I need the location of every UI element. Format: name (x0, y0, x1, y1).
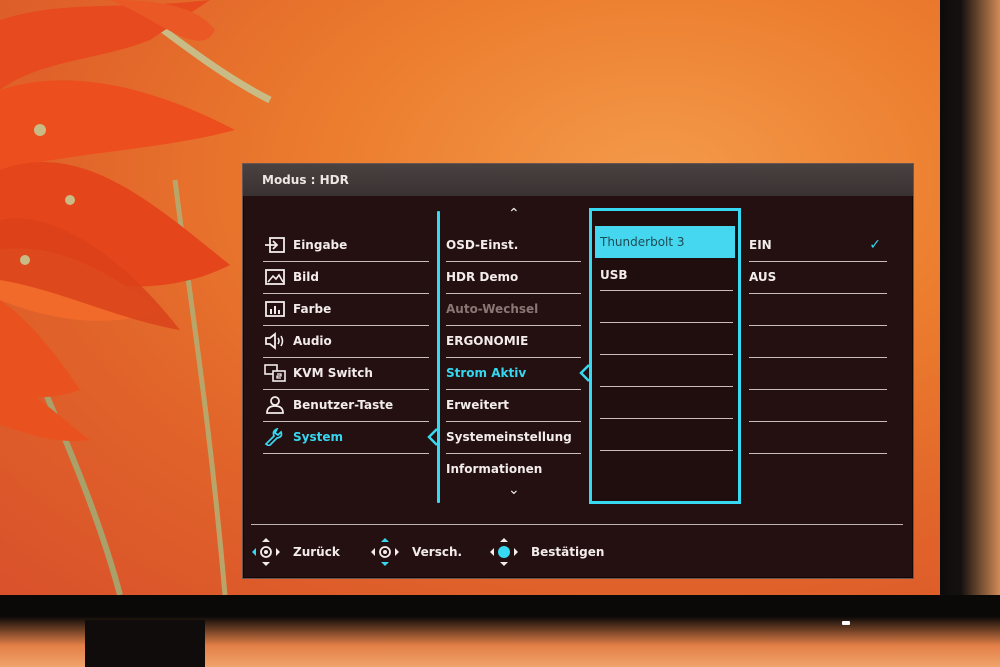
monitor-stand (85, 620, 205, 667)
divider (600, 418, 733, 419)
value-empty-row (749, 325, 887, 358)
value-aus[interactable]: AUS (749, 261, 887, 294)
footer-confirm-label: Bestätigen (531, 545, 605, 559)
value-empty-row (749, 357, 887, 390)
main-menu-item-audio[interactable]: Audio (263, 325, 429, 358)
main-menu-label: System (293, 430, 343, 444)
selection-pointer-icon (579, 364, 589, 382)
system-menu-item-erweitert[interactable]: Erweitert (446, 389, 581, 422)
value-empty-row (749, 293, 887, 326)
kvm-switch-icon (263, 363, 287, 383)
main-menu-item-kvm-switch[interactable]: KVM Switch (263, 357, 429, 390)
monitor-bezel-right (940, 0, 1000, 667)
system-menu-label: Systemeinstellung (446, 430, 572, 444)
main-menu-divider (437, 211, 440, 503)
system-menu-item-auto-wechsel: Auto-Wechsel (446, 293, 581, 326)
main-menu-label: Eingabe (293, 238, 348, 252)
user-icon (263, 395, 287, 415)
system-menu-label: ERGONOMIE (446, 334, 529, 348)
option-usb[interactable]: USB (600, 268, 628, 282)
footer-confirm[interactable]: Bestätigen (489, 537, 604, 567)
footer-back[interactable]: Zurück (251, 537, 340, 567)
power-led (842, 621, 850, 625)
main-menu-label: Bild (293, 270, 319, 284)
system-menu-label: Auto-Wechsel (446, 302, 539, 316)
strom-aktiv-options: Thunderbolt 3 USB (589, 208, 741, 504)
main-menu-item-farbe[interactable]: Farbe (263, 293, 429, 326)
main-menu-label: Audio (293, 334, 332, 348)
system-menu-label: OSD-Einst. (446, 238, 519, 252)
color-icon (263, 299, 287, 319)
scroll-up-icon[interactable]: ⌃ (508, 206, 520, 222)
footer-back-label: Zurück (293, 545, 340, 559)
system-menu-label: Erweitert (446, 398, 509, 412)
main-menu-label: KVM Switch (293, 366, 373, 380)
wrench-icon (263, 427, 287, 447)
value-empty-row (749, 389, 887, 422)
checkmark-icon: ✓ (869, 237, 881, 253)
value-label: AUS (749, 270, 777, 284)
main-menu-item-bild[interactable]: Bild (263, 261, 429, 294)
system-menu-item-ergonomie[interactable]: ERGONOMIE (446, 325, 581, 358)
joystick-press-icon (490, 538, 518, 566)
value-empty-row (749, 421, 887, 454)
input-icon (263, 235, 287, 255)
system-menu-item-informationen[interactable]: Informationen (446, 453, 581, 485)
speaker-icon (263, 331, 287, 351)
system-menu-item-strom-aktiv[interactable]: Strom Aktiv (446, 357, 581, 390)
osd-body: Eingabe Bild Farbe Audio KVM Switch Benu… (243, 196, 913, 578)
selection-pointer-icon (427, 428, 437, 446)
osd-header-mode: Modus : HDR (243, 164, 913, 196)
system-menu-item-hdr-demo[interactable]: HDR Demo (446, 261, 581, 294)
main-menu-item-eingabe[interactable]: Eingabe (263, 229, 429, 262)
main-menu-item-benutzer-taste[interactable]: Benutzer-Taste (263, 389, 429, 422)
joystick-up-down-icon (371, 538, 399, 566)
option-thunderbolt-3[interactable]: Thunderbolt 3 (595, 226, 735, 258)
main-menu-label: Benutzer-Taste (293, 398, 394, 412)
system-menu-label: Informationen (446, 462, 543, 476)
image-icon (263, 267, 287, 287)
joystick-left-icon (252, 538, 280, 566)
value-label: EIN (749, 238, 772, 252)
system-menu-label: HDR Demo (446, 270, 519, 284)
main-menu-item-system[interactable]: System (263, 421, 429, 454)
divider (600, 386, 733, 387)
osd-menu: Modus : HDR Eingabe Bild Farbe Audio KVM… (242, 163, 914, 579)
scroll-down-icon[interactable]: ⌄ (508, 482, 520, 498)
footer-move[interactable]: Versch. (370, 537, 462, 567)
system-menu-label: Strom Aktiv (446, 366, 527, 380)
system-menu-item-osd-einst[interactable]: OSD-Einst. (446, 229, 581, 262)
divider (600, 354, 733, 355)
footer-divider (251, 524, 903, 525)
value-ein[interactable]: EIN ✓ (749, 229, 887, 262)
divider (600, 450, 733, 451)
divider (600, 290, 733, 291)
main-menu-label: Farbe (293, 302, 332, 316)
divider (600, 322, 733, 323)
system-menu-item-systemeinstellung[interactable]: Systemeinstellung (446, 421, 581, 454)
footer-move-label: Versch. (412, 545, 463, 559)
